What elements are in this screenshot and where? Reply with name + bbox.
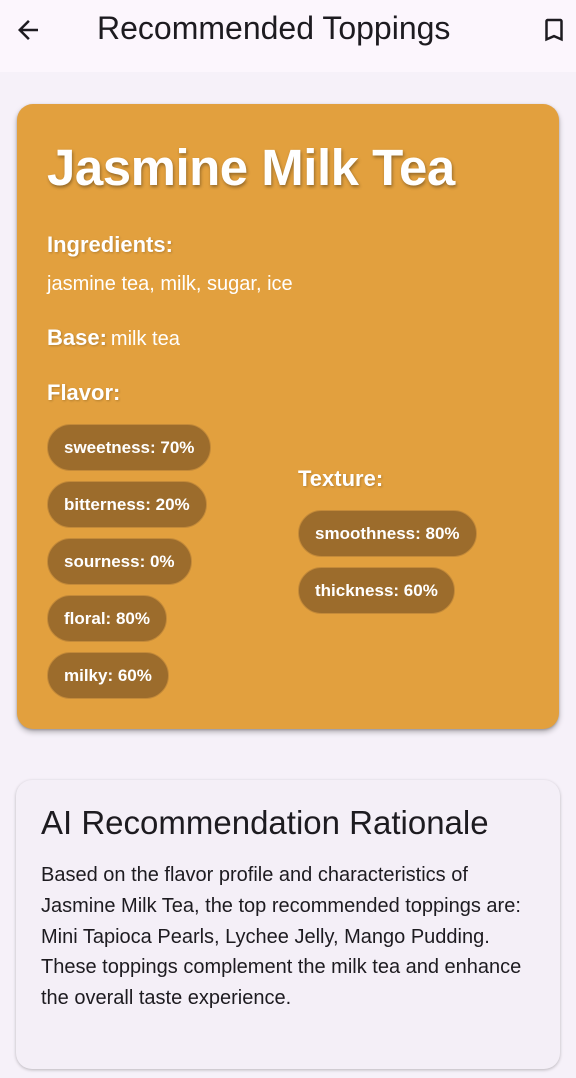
- flavor-chip-milky: milky: 60%: [47, 652, 169, 699]
- flavor-chip-list: sweetness: 70% bitterness: 20% sourness:…: [47, 424, 212, 699]
- tea-name: Jasmine Milk Tea: [47, 139, 455, 196]
- base-value: milk tea: [110, 328, 180, 350]
- flavor-chip-sourness: sourness: 0%: [47, 538, 192, 585]
- base-label: Base:: [47, 325, 107, 350]
- tea-details-card: Jasmine Milk Tea Ingredients: jasmine te…: [17, 104, 559, 729]
- app-bar: Recommended Toppings: [0, 0, 576, 72]
- base-row: Base: milk tea: [47, 325, 180, 351]
- texture-chip-smoothness: smoothness: 80%: [298, 510, 477, 557]
- bookmark-outline-icon: [545, 18, 563, 42]
- arrow-back-icon: [18, 20, 38, 40]
- ingredients-value: jasmine tea, milk, sugar, ice: [47, 273, 293, 295]
- texture-chip-list: smoothness: 80% thickness: 60%: [298, 510, 477, 614]
- flavor-chip-sweetness: sweetness: 70%: [47, 424, 212, 471]
- rationale-card: AI Recommendation Rationale Based on the…: [16, 780, 560, 1069]
- texture-chip-thickness: thickness: 60%: [298, 567, 455, 614]
- page-title: Recommended Toppings: [97, 10, 451, 46]
- texture-label: Texture:: [298, 466, 384, 491]
- back-button[interactable]: [6, 8, 50, 52]
- rationale-title: AI Recommendation Rationale: [41, 804, 489, 841]
- flavor-chip-floral: floral: 80%: [47, 595, 167, 642]
- bookmark-button[interactable]: [532, 8, 576, 52]
- flavor-chip-bitterness: bitterness: 20%: [47, 481, 207, 528]
- flavor-label: Flavor:: [47, 380, 121, 405]
- ingredients-label: Ingredients:: [47, 232, 173, 257]
- rationale-body: Based on the flavor profile and characte…: [41, 864, 522, 1010]
